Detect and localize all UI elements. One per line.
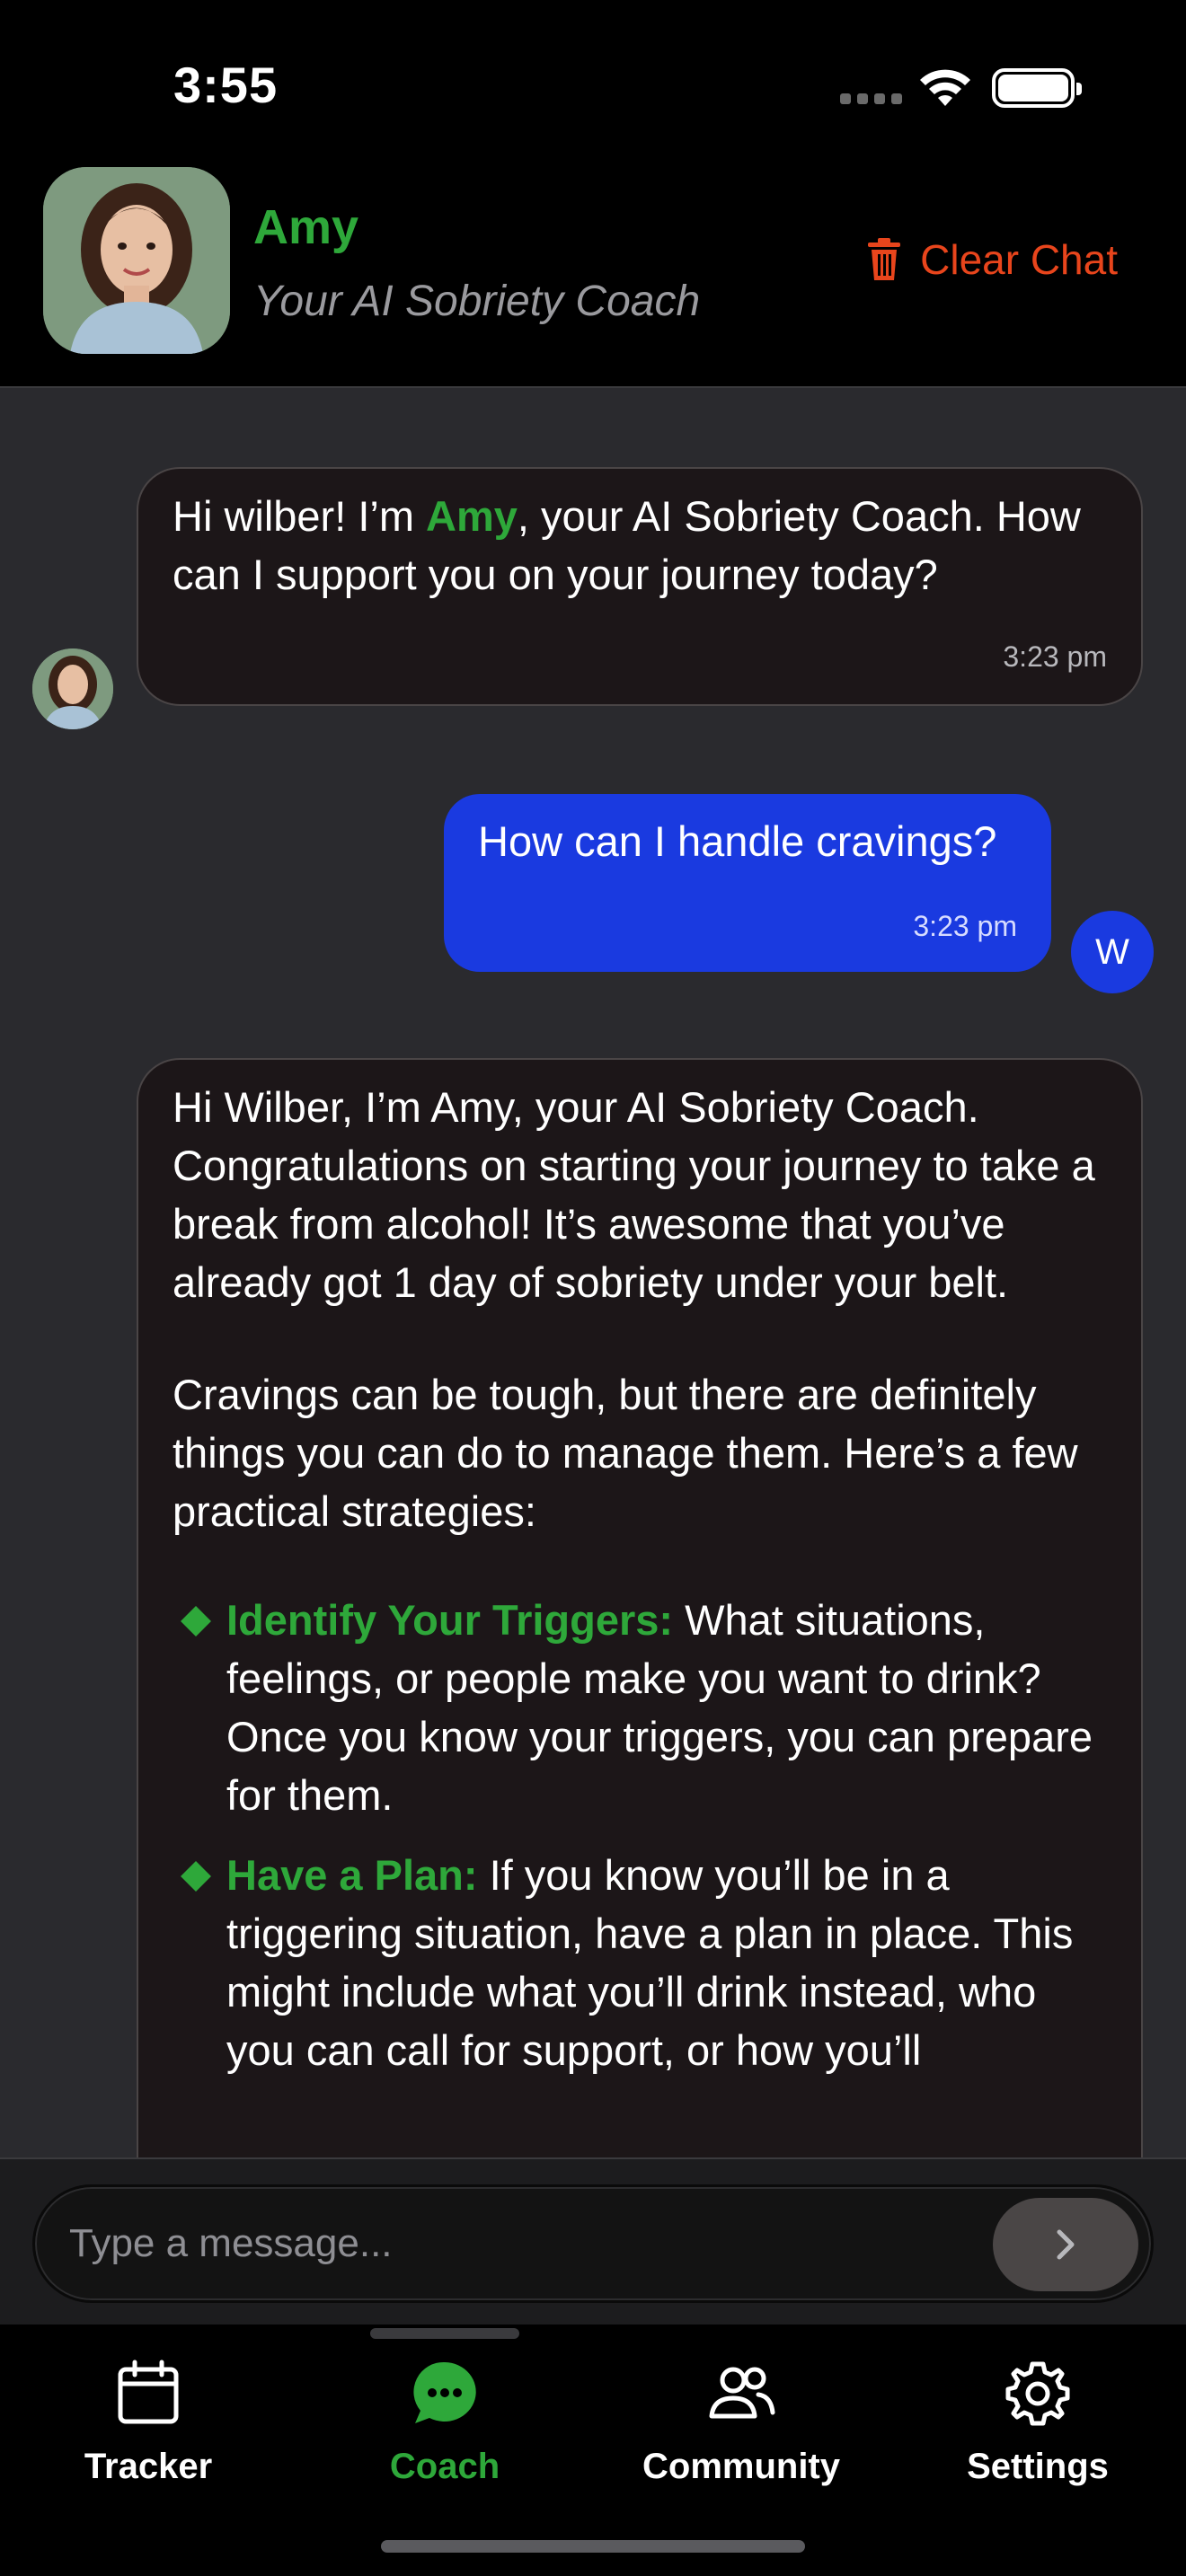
- diamond-bullet-icon: [181, 1606, 211, 1636]
- message-text: Hi wilber! I’m Amy, your AI Sobriety Coa…: [173, 492, 1081, 598]
- message-composer: Type a message...: [0, 2157, 1186, 2325]
- message-input[interactable]: Type a message...: [32, 2184, 1154, 2303]
- people-icon: [709, 2367, 775, 2419]
- ai-message-bubble: Hi Wilber, I’m Amy, your AI Sobriety Coa…: [137, 1058, 1143, 2157]
- message-paragraph: Cravings can be tough, but there are def…: [173, 1371, 1078, 1535]
- chat-bubble-icon: [413, 2361, 476, 2423]
- home-indicator[interactable]: [381, 2540, 805, 2553]
- user-message-bubble: How can I handle cravings? 3:23 pm: [444, 794, 1051, 972]
- tab-coach[interactable]: Coach: [296, 2351, 593, 2513]
- tab-community[interactable]: Community: [593, 2351, 890, 2513]
- clear-chat-button[interactable]: Clear Chat: [866, 228, 1118, 291]
- message-paragraph: Hi Wilber, I’m Amy, your AI Sobriety Coa…: [173, 1083, 1095, 1306]
- chat-messages[interactable]: Hi wilber! I’m Amy, your AI Sobriety Coa…: [0, 388, 1186, 2157]
- ai-message-bubble: Hi wilber! I’m Amy, your AI Sobriety Coa…: [137, 467, 1143, 706]
- strategy-title: Have a Plan:: [226, 1851, 478, 1899]
- chat-header: Amy Your AI Sobriety Coach Clear Chat: [0, 162, 1186, 388]
- coach-mini-avatar: [32, 648, 113, 729]
- message-text: How can I handle cravings?: [478, 817, 997, 865]
- tab-label: Settings: [967, 2447, 1109, 2486]
- wifi-icon: [920, 69, 970, 106]
- calendar-icon: [118, 2360, 179, 2424]
- status-bar: 3:55: [0, 0, 1186, 162]
- tab-settings[interactable]: Settings: [890, 2351, 1186, 2513]
- list-item: Have a Plan: If you know you’ll be in a …: [173, 1846, 1107, 2079]
- coach-name-highlight: Amy: [426, 492, 518, 540]
- tab-label: Tracker: [84, 2447, 213, 2486]
- clear-chat-label: Clear Chat: [920, 236, 1118, 283]
- tab-label: Community: [642, 2447, 840, 2486]
- tab-indicator: [370, 2328, 519, 2339]
- gear-icon: [1005, 2361, 1070, 2426]
- list-item: Identify Your Triggers: What situations,…: [173, 1591, 1107, 1824]
- strategy-title: Identify Your Triggers:: [226, 1596, 674, 1644]
- tab-label: Coach: [389, 2447, 500, 2486]
- diamond-bullet-icon: [181, 1861, 211, 1892]
- tab-bar: Tracker Coach Community Settings: [0, 2325, 1186, 2576]
- send-button[interactable]: [993, 2198, 1138, 2291]
- message-input-placeholder: Type a message...: [69, 2221, 393, 2265]
- message-timestamp: 3:23 pm: [1003, 640, 1107, 673]
- cellular-signal-icon: [840, 93, 903, 106]
- status-time: 3:55: [173, 57, 279, 113]
- strategy-list: Identify Your Triggers: What situations,…: [173, 1591, 1107, 2079]
- battery-icon: [992, 68, 1082, 108]
- trash-icon: [868, 238, 901, 280]
- message-timestamp: 3:23 pm: [913, 910, 1017, 942]
- chevron-right-icon: [1057, 2229, 1075, 2260]
- coach-avatar[interactable]: [43, 167, 230, 354]
- user-avatar: W: [1071, 911, 1154, 993]
- coach-name: Amy: [253, 200, 359, 254]
- coach-subtitle: Your AI Sobriety Coach: [253, 278, 701, 325]
- tab-tracker[interactable]: Tracker: [0, 2351, 296, 2513]
